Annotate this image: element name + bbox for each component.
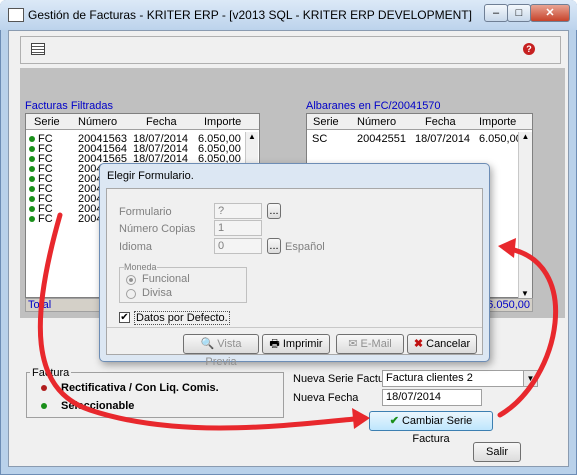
arrowhead-icon: [352, 408, 370, 429]
arrow-to-grid: [497, 245, 558, 418]
arrow-to-change-button: [37, 212, 368, 431]
annotation-arrows: [37, 212, 558, 431]
arrowhead-icon: [498, 238, 516, 258]
